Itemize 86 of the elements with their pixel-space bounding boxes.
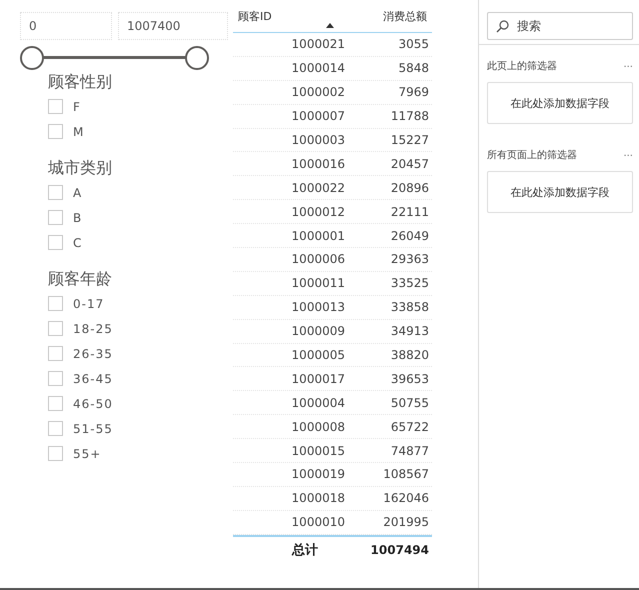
column-header[interactable]: 消费总额 — [332, 6, 432, 32]
table-cell-text: 29363 — [390, 252, 429, 266]
table-cell-text: 1000006 — [290, 252, 345, 266]
option-label: 0-17 — [73, 296, 104, 310]
option-label: 51-55 — [73, 422, 113, 436]
table-cell-text: 1000019 — [290, 467, 345, 482]
table-cell-text: 39653 — [390, 372, 429, 386]
slider-thumb[interactable] — [185, 46, 209, 70]
option-label: A — [73, 186, 82, 200]
table-cell-text: 33858 — [390, 300, 429, 314]
table-cell-text: 1000003 — [290, 133, 345, 147]
more-options[interactable]: ... — [623, 148, 633, 162]
table-cell-text: 1000015 — [290, 444, 345, 458]
checkbox[interactable] — [48, 421, 63, 436]
table-cell-text: 162046 — [382, 491, 429, 506]
checkbox[interactable] — [48, 396, 63, 411]
table-cell-text: 1000005 — [290, 348, 345, 362]
column-header[interactable]: 顾客ID — [233, 6, 332, 32]
table-cell-text: 22111 — [390, 204, 429, 219]
table-cell-text: 1000002 — [290, 85, 345, 100]
slicer-title: 顾客年龄 — [48, 268, 113, 290]
table-cell-text: 1000014 — [290, 61, 345, 76]
table-cell-text: 5848 — [397, 61, 429, 76]
checkbox[interactable] — [48, 371, 63, 386]
drop-zone[interactable]: 在此处添加数据字段 — [487, 82, 633, 124]
table-cell-text: 33525 — [390, 276, 429, 290]
table-cell-text: 50755 — [390, 396, 429, 410]
table-cell-text: 201995 — [382, 515, 429, 530]
table-cell-text: 26049 — [390, 228, 429, 243]
min-value-field[interactable]: 0 — [20, 12, 112, 40]
table-cell-text: 1000013 — [290, 300, 345, 314]
option-label: C — [73, 236, 82, 250]
table-cell-text: 1000022 — [290, 180, 345, 195]
checkbox[interactable] — [48, 346, 63, 361]
max-value-field[interactable]: 1007400 — [118, 12, 228, 40]
table-cell-text: 1000018 — [290, 491, 345, 506]
table-cell-text: 3055 — [397, 37, 429, 52]
section-title: 此页上的筛选器 — [487, 60, 557, 73]
checkbox[interactable] — [48, 321, 63, 336]
option-label: 46-50 — [73, 396, 113, 410]
section-title: 所有页面上的筛选器 — [487, 148, 577, 162]
slider-thumb[interactable] — [20, 46, 44, 70]
table-cell-text: 38820 — [390, 348, 429, 362]
sort-icon — [326, 23, 334, 28]
search-field[interactable]: 搜索 — [487, 12, 633, 40]
table-cell-text: 1000001 — [290, 228, 345, 243]
checkbox[interactable] — [48, 99, 63, 114]
table-cell-text: 15227 — [390, 133, 429, 147]
slicer-title: 城市类别 — [48, 157, 113, 179]
checkbox[interactable] — [48, 124, 63, 139]
table-cell-text: 1000004 — [290, 396, 345, 410]
option-label: F — [73, 100, 81, 114]
checkbox[interactable] — [48, 210, 63, 225]
checkbox[interactable] — [48, 446, 63, 461]
table-cell-text: 65722 — [390, 420, 429, 434]
table-cell-text: 1000016 — [290, 156, 345, 171]
option-label: 55+ — [73, 446, 102, 460]
option-label: 26-35 — [73, 346, 113, 360]
option-label: 36-45 — [73, 372, 113, 386]
table-cell-text: 20896 — [390, 180, 429, 195]
checkbox[interactable] — [48, 296, 63, 311]
table-cell-text: 1000010 — [290, 515, 345, 530]
table-cell-text: 74877 — [390, 444, 429, 458]
table-cell-text: 1000007 — [290, 109, 345, 124]
table-cell-text: 1000012 — [290, 204, 345, 219]
table-cell-text: 1000017 — [290, 372, 345, 386]
option-label: B — [73, 210, 82, 224]
total-label: 总计 — [290, 542, 318, 559]
option-label: M — [73, 124, 84, 138]
table-cell-text: 20457 — [390, 156, 429, 171]
total-value: 1007494 — [370, 542, 429, 557]
drop-zone[interactable]: 在此处添加数据字段 — [487, 171, 633, 213]
table-cell-text: 11788 — [390, 109, 429, 124]
more-options[interactable]: ... — [623, 59, 633, 73]
table-cell-text: 1000009 — [290, 324, 345, 338]
table-cell-text: 34913 — [390, 324, 429, 338]
table-cell-text: 1000008 — [290, 420, 345, 434]
table-cell-text: 1000011 — [290, 276, 345, 290]
slicer-title: 顾客性别 — [48, 71, 113, 93]
option-label: 18-25 — [73, 322, 113, 336]
table-cell-text: 7969 — [397, 85, 429, 100]
search-icon — [496, 20, 509, 32]
table-cell-text: 1000021 — [290, 37, 345, 52]
checkbox[interactable] — [48, 235, 63, 250]
table-cell-text: 108567 — [382, 467, 429, 482]
checkbox[interactable] — [48, 185, 63, 200]
